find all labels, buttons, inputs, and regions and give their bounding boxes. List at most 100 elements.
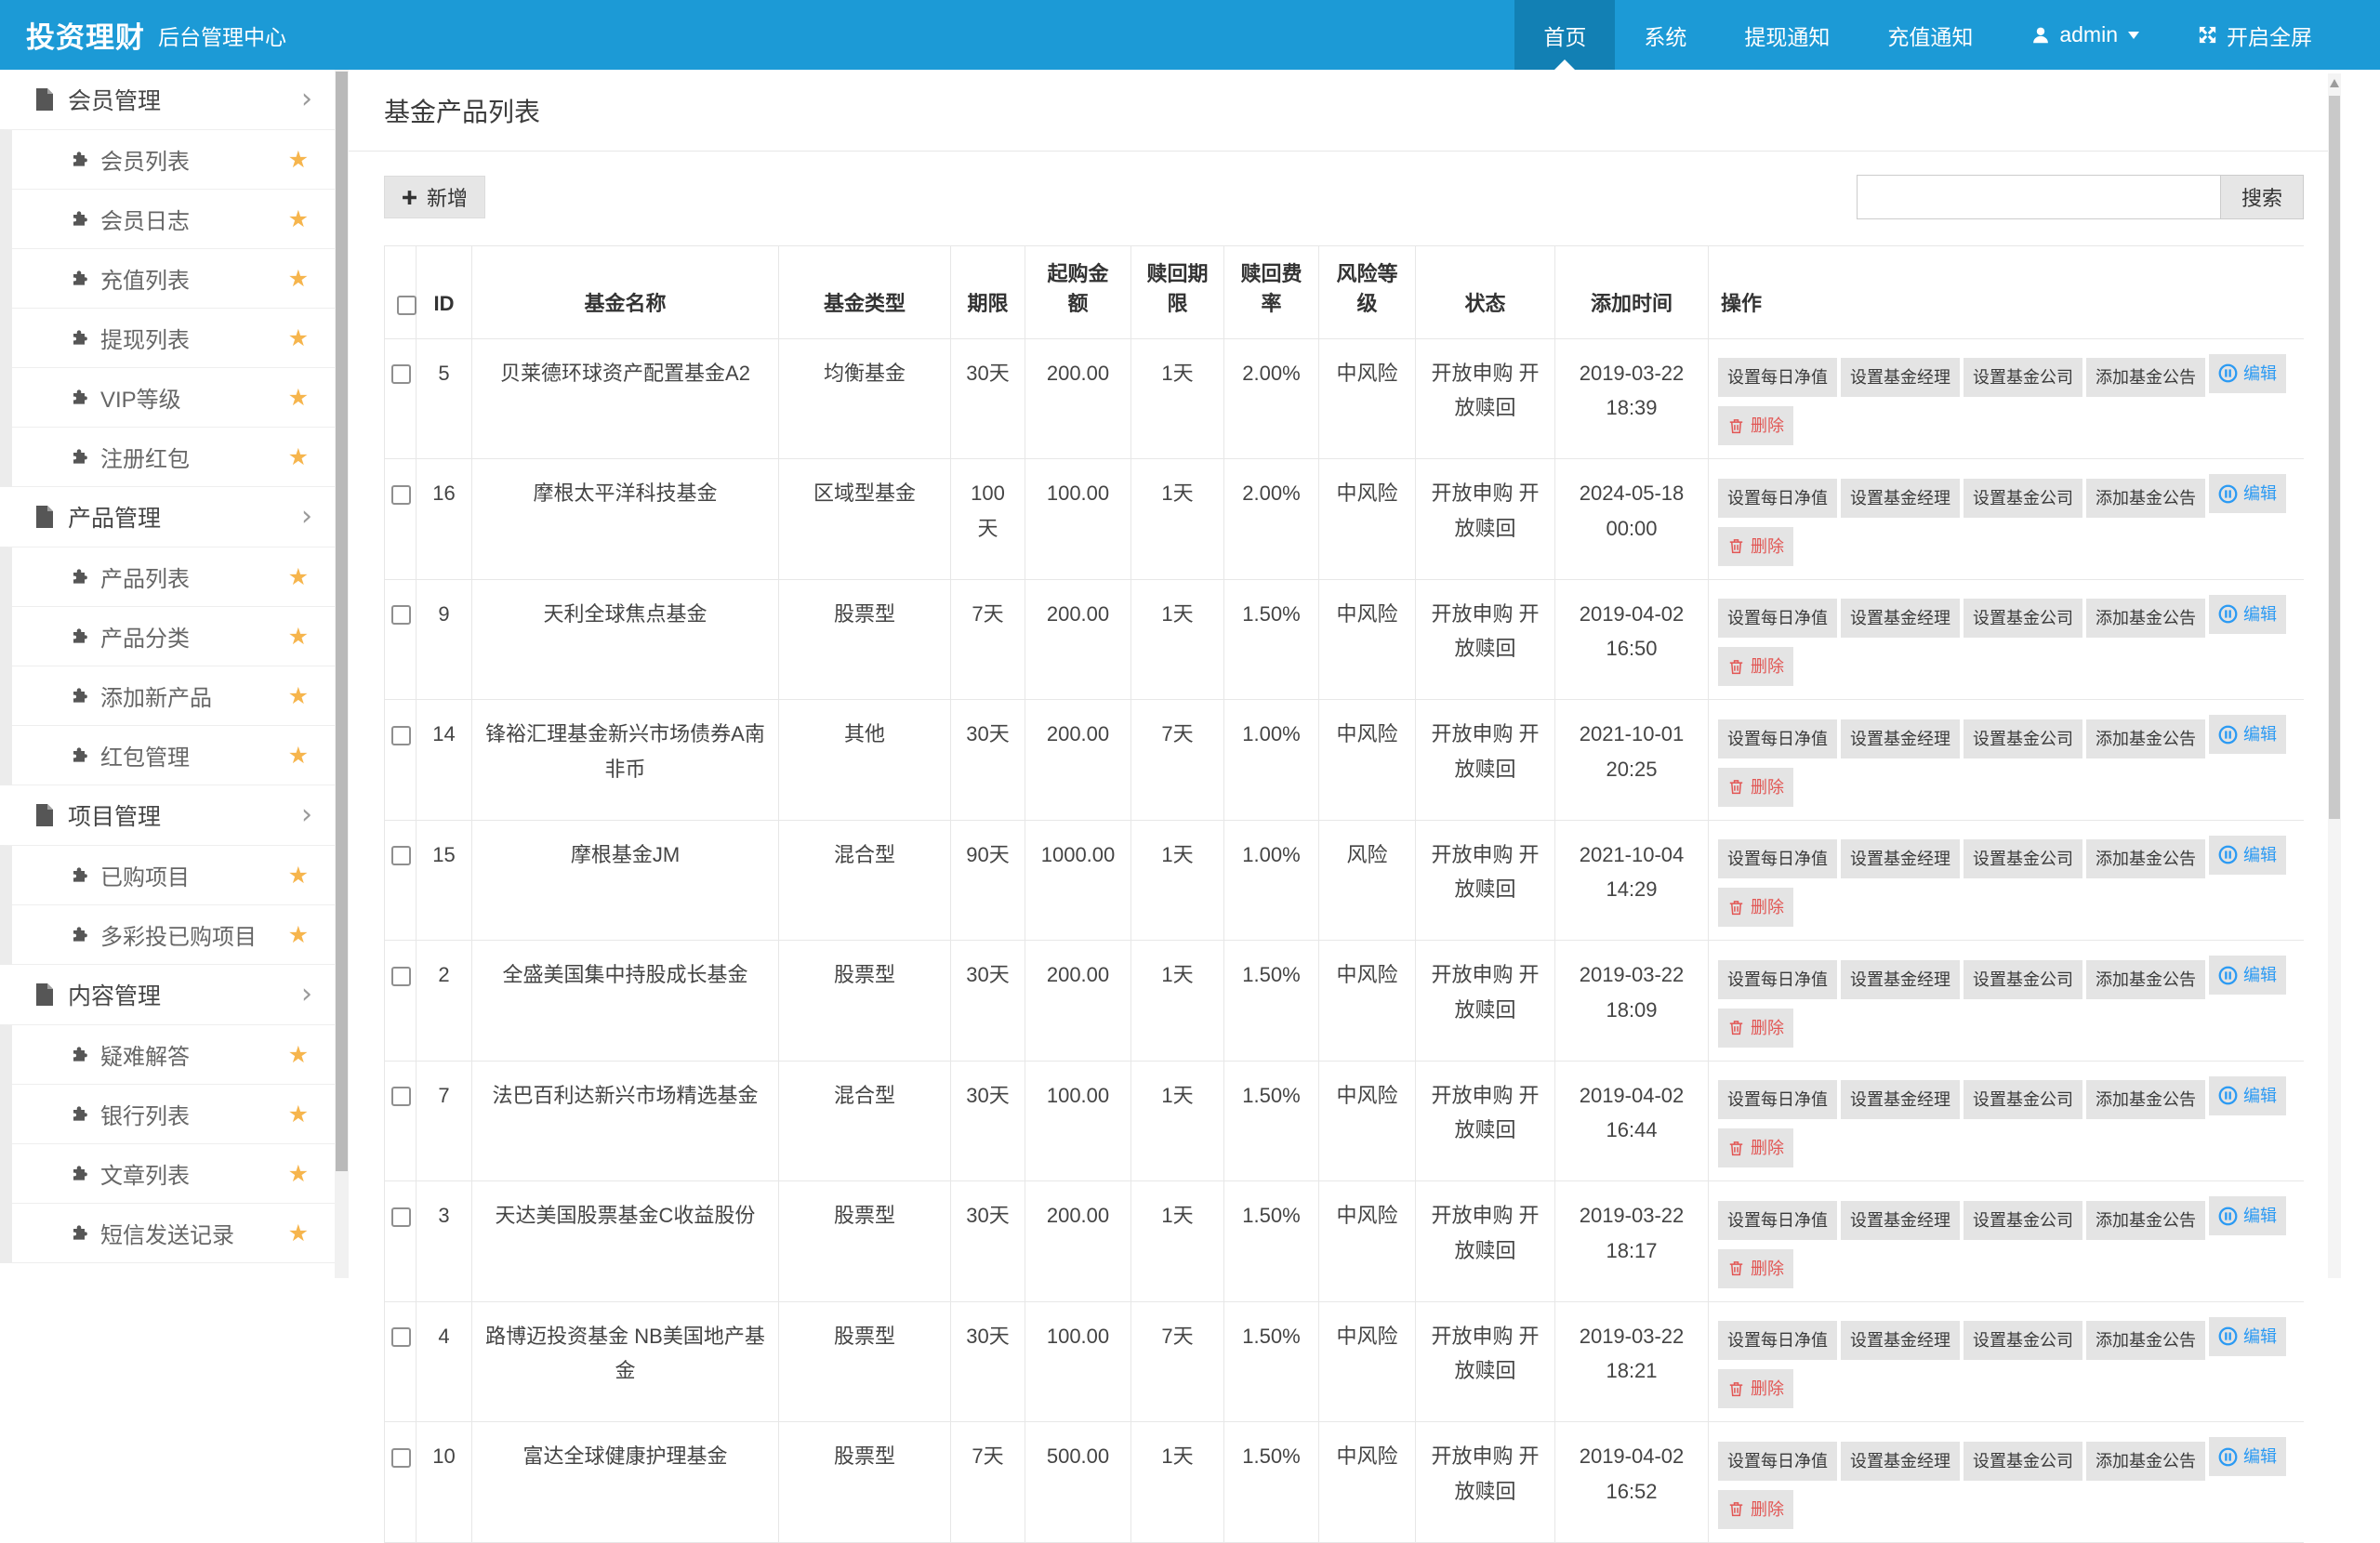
set-fund-manager-button[interactable]: 设置基金经理	[1841, 479, 1960, 518]
set-daily-net-value-button[interactable]: 设置每日净值	[1718, 358, 1837, 397]
set-daily-net-value-button[interactable]: 设置每日净值	[1718, 960, 1837, 999]
add-button[interactable]: 新增	[384, 176, 485, 218]
edit-button[interactable]: 编辑	[2209, 474, 2286, 513]
edit-button[interactable]: 编辑	[2209, 354, 2286, 393]
row-checkbox[interactable]	[391, 1327, 411, 1347]
sidebar-item-3-3[interactable]: 短信发送记录★	[12, 1204, 335, 1263]
sidebar-item-0-1[interactable]: 会员日志★	[12, 190, 335, 249]
sidebar-item-3-0[interactable]: 疑难解答★	[12, 1025, 335, 1085]
sidebar-group-3[interactable]: 内容管理›	[0, 965, 335, 1024]
nav-item-fullscreen[interactable]: 开启全屏	[2168, 0, 2341, 70]
edit-button[interactable]: 编辑	[2209, 1437, 2286, 1476]
delete-button[interactable]: 删除	[1718, 406, 1793, 445]
row-checkbox[interactable]	[391, 605, 411, 625]
nav-item-3[interactable]: 充值通知	[1858, 0, 2002, 70]
search-button[interactable]: 搜索	[2221, 175, 2304, 219]
add-fund-notice-button[interactable]: 添加基金公告	[2086, 960, 2205, 999]
set-fund-manager-button[interactable]: 设置基金经理	[1841, 1201, 1960, 1240]
set-daily-net-value-button[interactable]: 设置每日净值	[1718, 479, 1837, 518]
set-fund-company-button[interactable]: 设置基金公司	[1964, 839, 2082, 878]
set-fund-company-button[interactable]: 设置基金公司	[1964, 1080, 2082, 1119]
set-fund-manager-button[interactable]: 设置基金经理	[1841, 839, 1960, 878]
delete-button[interactable]: 删除	[1718, 1249, 1793, 1288]
nav-item-0[interactable]: 首页	[1514, 0, 1615, 70]
sidebar-item-1-3[interactable]: 红包管理★	[12, 726, 335, 785]
set-fund-company-button[interactable]: 设置基金公司	[1964, 1201, 2082, 1240]
add-fund-notice-button[interactable]: 添加基金公告	[2086, 479, 2205, 518]
delete-button[interactable]: 删除	[1718, 1009, 1793, 1048]
sidebar-item-2-0[interactable]: 已购项目★	[12, 846, 335, 905]
set-daily-net-value-button[interactable]: 设置每日净值	[1718, 1321, 1837, 1360]
set-fund-company-button[interactable]: 设置基金公司	[1964, 358, 2082, 397]
sidebar-item-0-5[interactable]: 注册红包★	[12, 428, 335, 487]
add-fund-notice-button[interactable]: 添加基金公告	[2086, 599, 2205, 638]
add-fund-notice-button[interactable]: 添加基金公告	[2086, 1201, 2205, 1240]
add-fund-notice-button[interactable]: 添加基金公告	[2086, 1321, 2205, 1360]
sidebar-item-0-0[interactable]: 会员列表★	[12, 130, 335, 190]
set-daily-net-value-button[interactable]: 设置每日净值	[1718, 1442, 1837, 1481]
sidebar-scrollbar-thumb[interactable]	[336, 72, 348, 1171]
set-fund-company-button[interactable]: 设置基金公司	[1964, 719, 2082, 758]
set-daily-net-value-button[interactable]: 设置每日净值	[1718, 1201, 1837, 1240]
set-fund-company-button[interactable]: 设置基金公司	[1964, 479, 2082, 518]
edit-button[interactable]: 编辑	[2209, 1196, 2286, 1235]
row-checkbox[interactable]	[391, 967, 411, 986]
set-fund-manager-button[interactable]: 设置基金经理	[1841, 1442, 1960, 1481]
row-checkbox[interactable]	[391, 1207, 411, 1227]
delete-button[interactable]: 删除	[1718, 527, 1793, 566]
edit-button[interactable]: 编辑	[2209, 956, 2286, 995]
set-fund-manager-button[interactable]: 设置基金经理	[1841, 1080, 1960, 1119]
set-daily-net-value-button[interactable]: 设置每日净值	[1718, 839, 1837, 878]
add-fund-notice-button[interactable]: 添加基金公告	[2086, 719, 2205, 758]
delete-button[interactable]: 删除	[1718, 888, 1793, 927]
set-fund-manager-button[interactable]: 设置基金经理	[1841, 358, 1960, 397]
delete-button[interactable]: 删除	[1718, 1490, 1793, 1529]
sidebar-item-0-4[interactable]: VIP等级★	[12, 368, 335, 428]
set-daily-net-value-button[interactable]: 设置每日净值	[1718, 599, 1837, 638]
content-scrollbar-thumb[interactable]	[2329, 96, 2340, 819]
add-fund-notice-button[interactable]: 添加基金公告	[2086, 1442, 2205, 1481]
sidebar-item-2-1[interactable]: 多彩投已购项目★	[12, 905, 335, 965]
nav-item-user[interactable]: admin	[2002, 0, 2168, 70]
sidebar-item-0-3[interactable]: 提现列表★	[12, 309, 335, 368]
sidebar-group-2[interactable]: 项目管理›	[0, 785, 335, 845]
delete-button[interactable]: 删除	[1718, 647, 1793, 686]
sidebar-group-0[interactable]: 会员管理›	[0, 70, 335, 129]
set-fund-company-button[interactable]: 设置基金公司	[1964, 599, 2082, 638]
sidebar-scrollbar[interactable]	[335, 70, 349, 1278]
sidebar-group-1[interactable]: 产品管理›	[0, 487, 335, 547]
set-fund-manager-button[interactable]: 设置基金经理	[1841, 719, 1960, 758]
add-fund-notice-button[interactable]: 添加基金公告	[2086, 839, 2205, 878]
edit-button[interactable]: 编辑	[2209, 836, 2286, 875]
add-fund-notice-button[interactable]: 添加基金公告	[2086, 358, 2205, 397]
content-scrollbar[interactable]	[2328, 73, 2341, 1278]
set-fund-manager-button[interactable]: 设置基金经理	[1841, 960, 1960, 999]
edit-button[interactable]: 编辑	[2209, 595, 2286, 634]
sidebar-item-3-1[interactable]: 银行列表★	[12, 1085, 335, 1144]
set-fund-company-button[interactable]: 设置基金公司	[1964, 1321, 2082, 1360]
edit-button[interactable]: 编辑	[2209, 715, 2286, 754]
row-checkbox[interactable]	[391, 485, 411, 505]
delete-button[interactable]: 删除	[1718, 1128, 1793, 1167]
add-fund-notice-button[interactable]: 添加基金公告	[2086, 1080, 2205, 1119]
set-fund-company-button[interactable]: 设置基金公司	[1964, 960, 2082, 999]
sidebar-item-1-1[interactable]: 产品分类★	[12, 607, 335, 666]
row-checkbox[interactable]	[391, 364, 411, 384]
delete-button[interactable]: 删除	[1718, 768, 1793, 807]
nav-item-2[interactable]: 提现通知	[1715, 0, 1858, 70]
set-fund-company-button[interactable]: 设置基金公司	[1964, 1442, 2082, 1481]
select-all-checkbox[interactable]	[397, 296, 416, 315]
delete-button[interactable]: 删除	[1718, 1369, 1793, 1408]
nav-item-1[interactable]: 系统	[1615, 0, 1715, 70]
sidebar-item-1-0[interactable]: 产品列表★	[12, 547, 335, 607]
edit-button[interactable]: 编辑	[2209, 1317, 2286, 1356]
row-checkbox[interactable]	[391, 726, 411, 745]
set-fund-manager-button[interactable]: 设置基金经理	[1841, 599, 1960, 638]
sidebar-item-1-2[interactable]: 添加新产品★	[12, 666, 335, 726]
set-fund-manager-button[interactable]: 设置基金经理	[1841, 1321, 1960, 1360]
row-checkbox[interactable]	[391, 1448, 411, 1468]
search-input[interactable]	[1857, 175, 2221, 219]
sidebar-item-0-2[interactable]: 充值列表★	[12, 249, 335, 309]
row-checkbox[interactable]	[391, 1087, 411, 1106]
scroll-up-arrow-icon[interactable]	[2330, 79, 2339, 87]
